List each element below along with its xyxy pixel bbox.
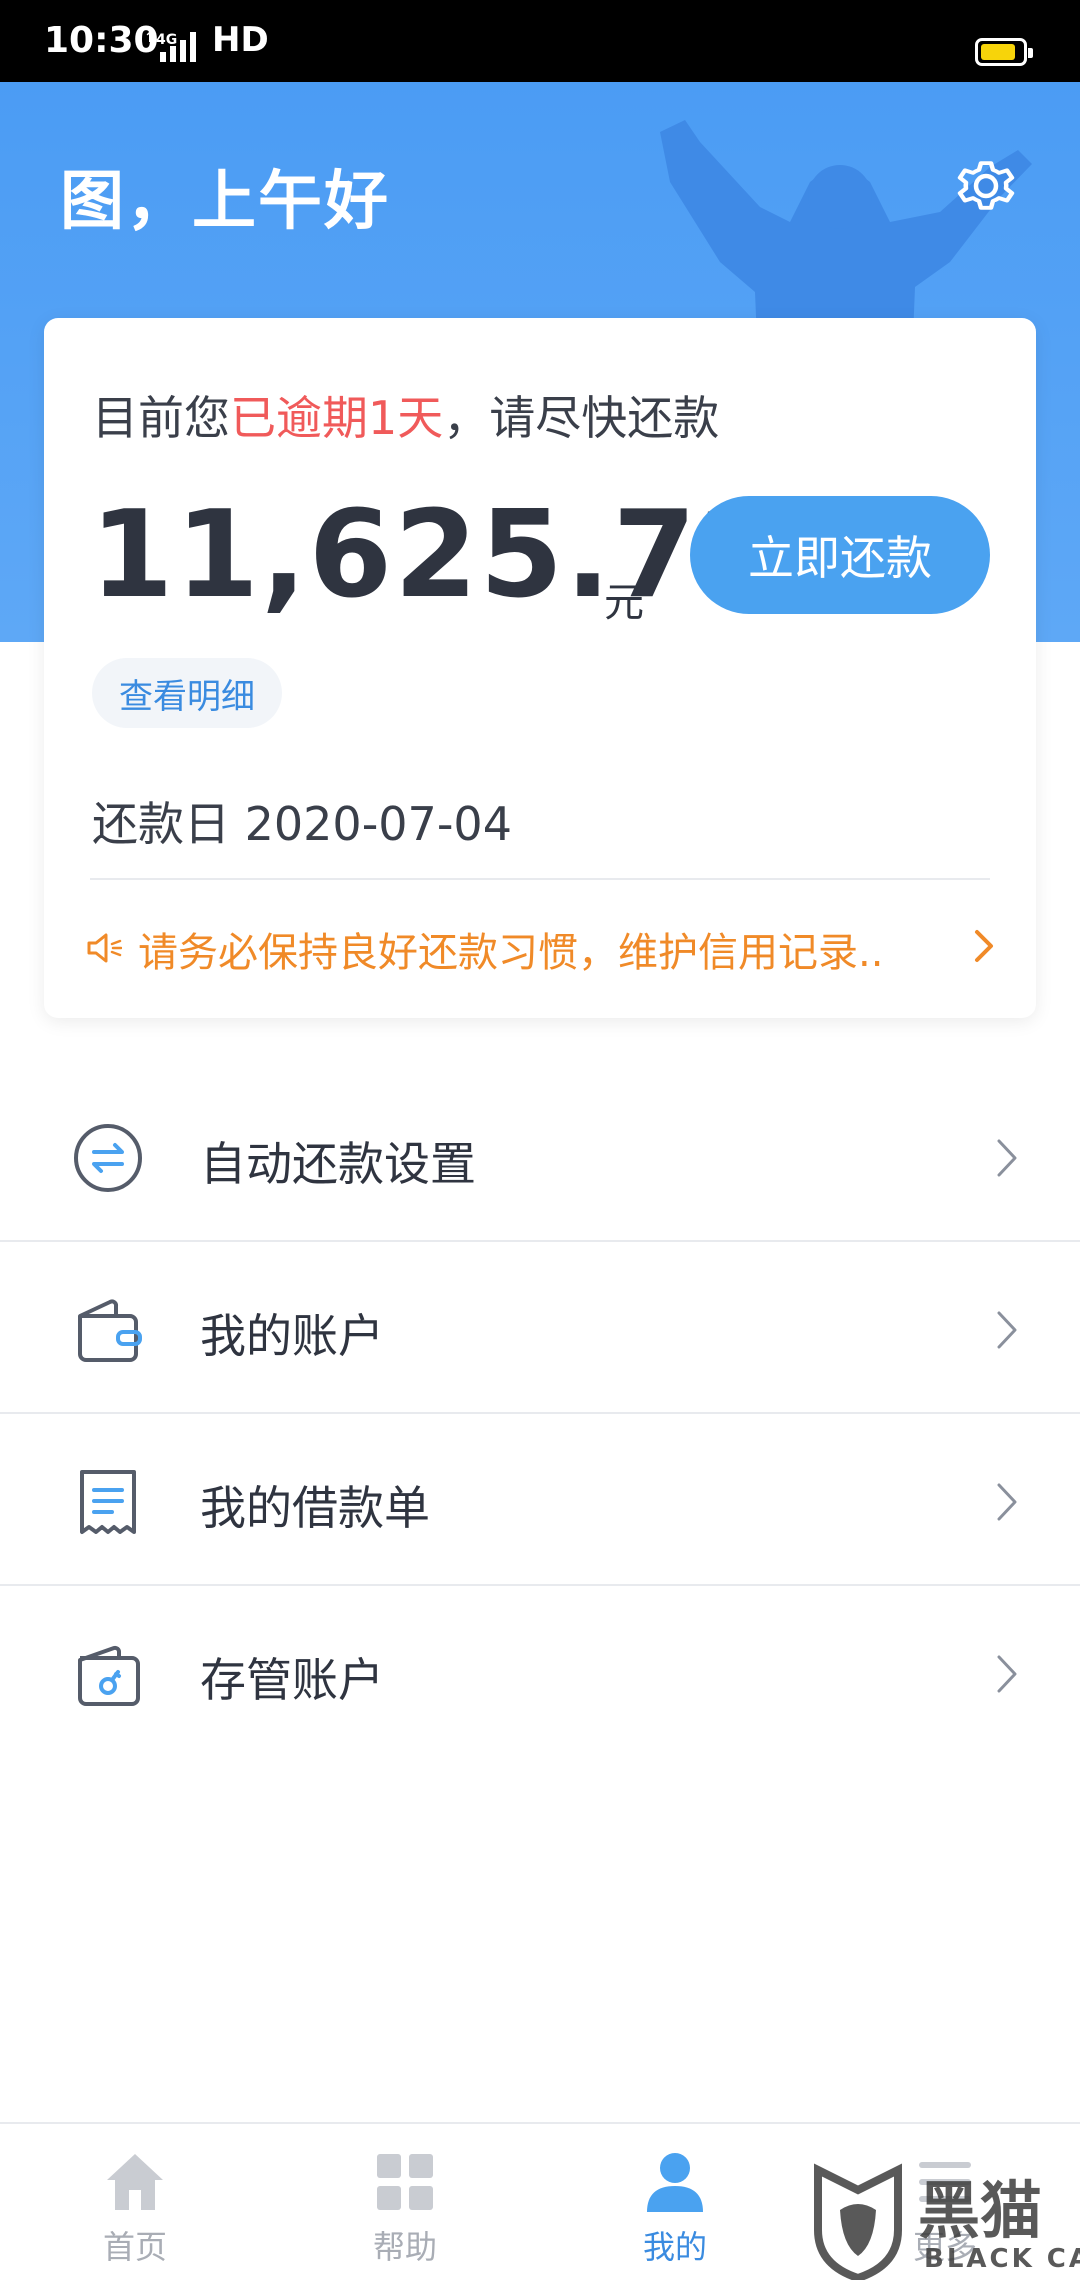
due-date-value: 2020-07-04: [244, 797, 512, 851]
blackcat-logo-icon: [814, 2163, 902, 2280]
user-icon: [647, 2153, 703, 2212]
wallet-icon: [78, 1299, 142, 1362]
nav-label: 我的: [642, 2228, 707, 2266]
amount-due: 11,625.72: [90, 486, 784, 625]
menu-label: 自动还款设置: [200, 1137, 476, 1191]
menu-label: 我的账户: [200, 1309, 384, 1363]
chevron-right-icon: [997, 1139, 1017, 1177]
menu-item-custody-account[interactable]: 存管账户: [0, 1586, 1080, 1756]
receipt-icon: [80, 1470, 136, 1534]
nav-home[interactable]: 首页: [0, 2124, 270, 2282]
notice-text: 请务必保持良好还款习惯，维护信用记录..: [138, 930, 884, 976]
chevron-right-icon: [997, 1483, 1017, 1521]
greeting-title: 图，上午好: [60, 165, 390, 239]
menu-item-auto-repay[interactable]: 自动还款设置: [0, 1070, 1080, 1242]
menu-label: 我的借款单: [200, 1481, 430, 1535]
gear-icon[interactable]: [950, 150, 1022, 222]
divider: [90, 878, 990, 880]
watermark-english: BLACK CAT: [924, 2244, 1080, 2274]
view-details-button[interactable]: 查看明细: [92, 658, 282, 728]
chevron-right-icon: [975, 930, 993, 962]
menu-item-my-account[interactable]: 我的账户: [0, 1242, 1080, 1414]
watermark-text: 黑猫: [918, 2174, 1043, 2247]
menu-label: 存管账户: [200, 1653, 384, 1707]
menu-item-my-loans[interactable]: 我的借款单: [0, 1414, 1080, 1586]
notice-banner[interactable]: 请务必保持良好还款习惯，维护信用记录..: [86, 906, 996, 986]
due-date-label: 还款日: [92, 797, 230, 851]
due-date: 还款日 2020-07-04: [92, 788, 512, 854]
nav-label: 首页: [102, 2228, 167, 2266]
auto-repay-icon: [74, 1124, 142, 1192]
nav-mine[interactable]: 我的: [540, 2124, 810, 2282]
status-suffix: ，请尽快还款: [443, 391, 720, 445]
chevron-right-icon: [997, 1655, 1017, 1693]
amount-unit: 元: [604, 580, 644, 626]
battery-icon: [975, 38, 1033, 66]
repay-now-button[interactable]: 立即还款: [690, 496, 990, 614]
blackcat-watermark: 黑猫 BLACK CAT: [808, 2160, 1080, 2280]
nav-help[interactable]: 帮助: [270, 2124, 540, 2282]
status-prefix: 目前您: [92, 391, 230, 445]
hd-indicator: HD: [212, 20, 269, 60]
status-bar: 10:30 ⇅ 4G HD: [0, 0, 1080, 82]
speaker-icon: [87, 933, 122, 963]
nav-label: 帮助: [372, 2228, 437, 2266]
loan-card: 目前您已逾期1天，请尽快还款 11,625.72 元 立即还款 查看明细 还款日…: [44, 318, 1036, 1018]
chevron-right-icon: [997, 1311, 1017, 1349]
svg-text:4G: 4G: [156, 32, 177, 48]
status-time: 10:30: [44, 20, 159, 61]
overdue-status: 目前您已逾期1天，请尽快还款: [92, 382, 719, 448]
custody-icon: [78, 1645, 140, 1706]
menu-list: 自动还款设置 我的账户 我的借款单 存管账户: [0, 1070, 1080, 1756]
home-icon: [107, 2154, 163, 2210]
overdue-text: 已逾期1天: [230, 391, 444, 445]
grid-icon: [377, 2154, 433, 2210]
